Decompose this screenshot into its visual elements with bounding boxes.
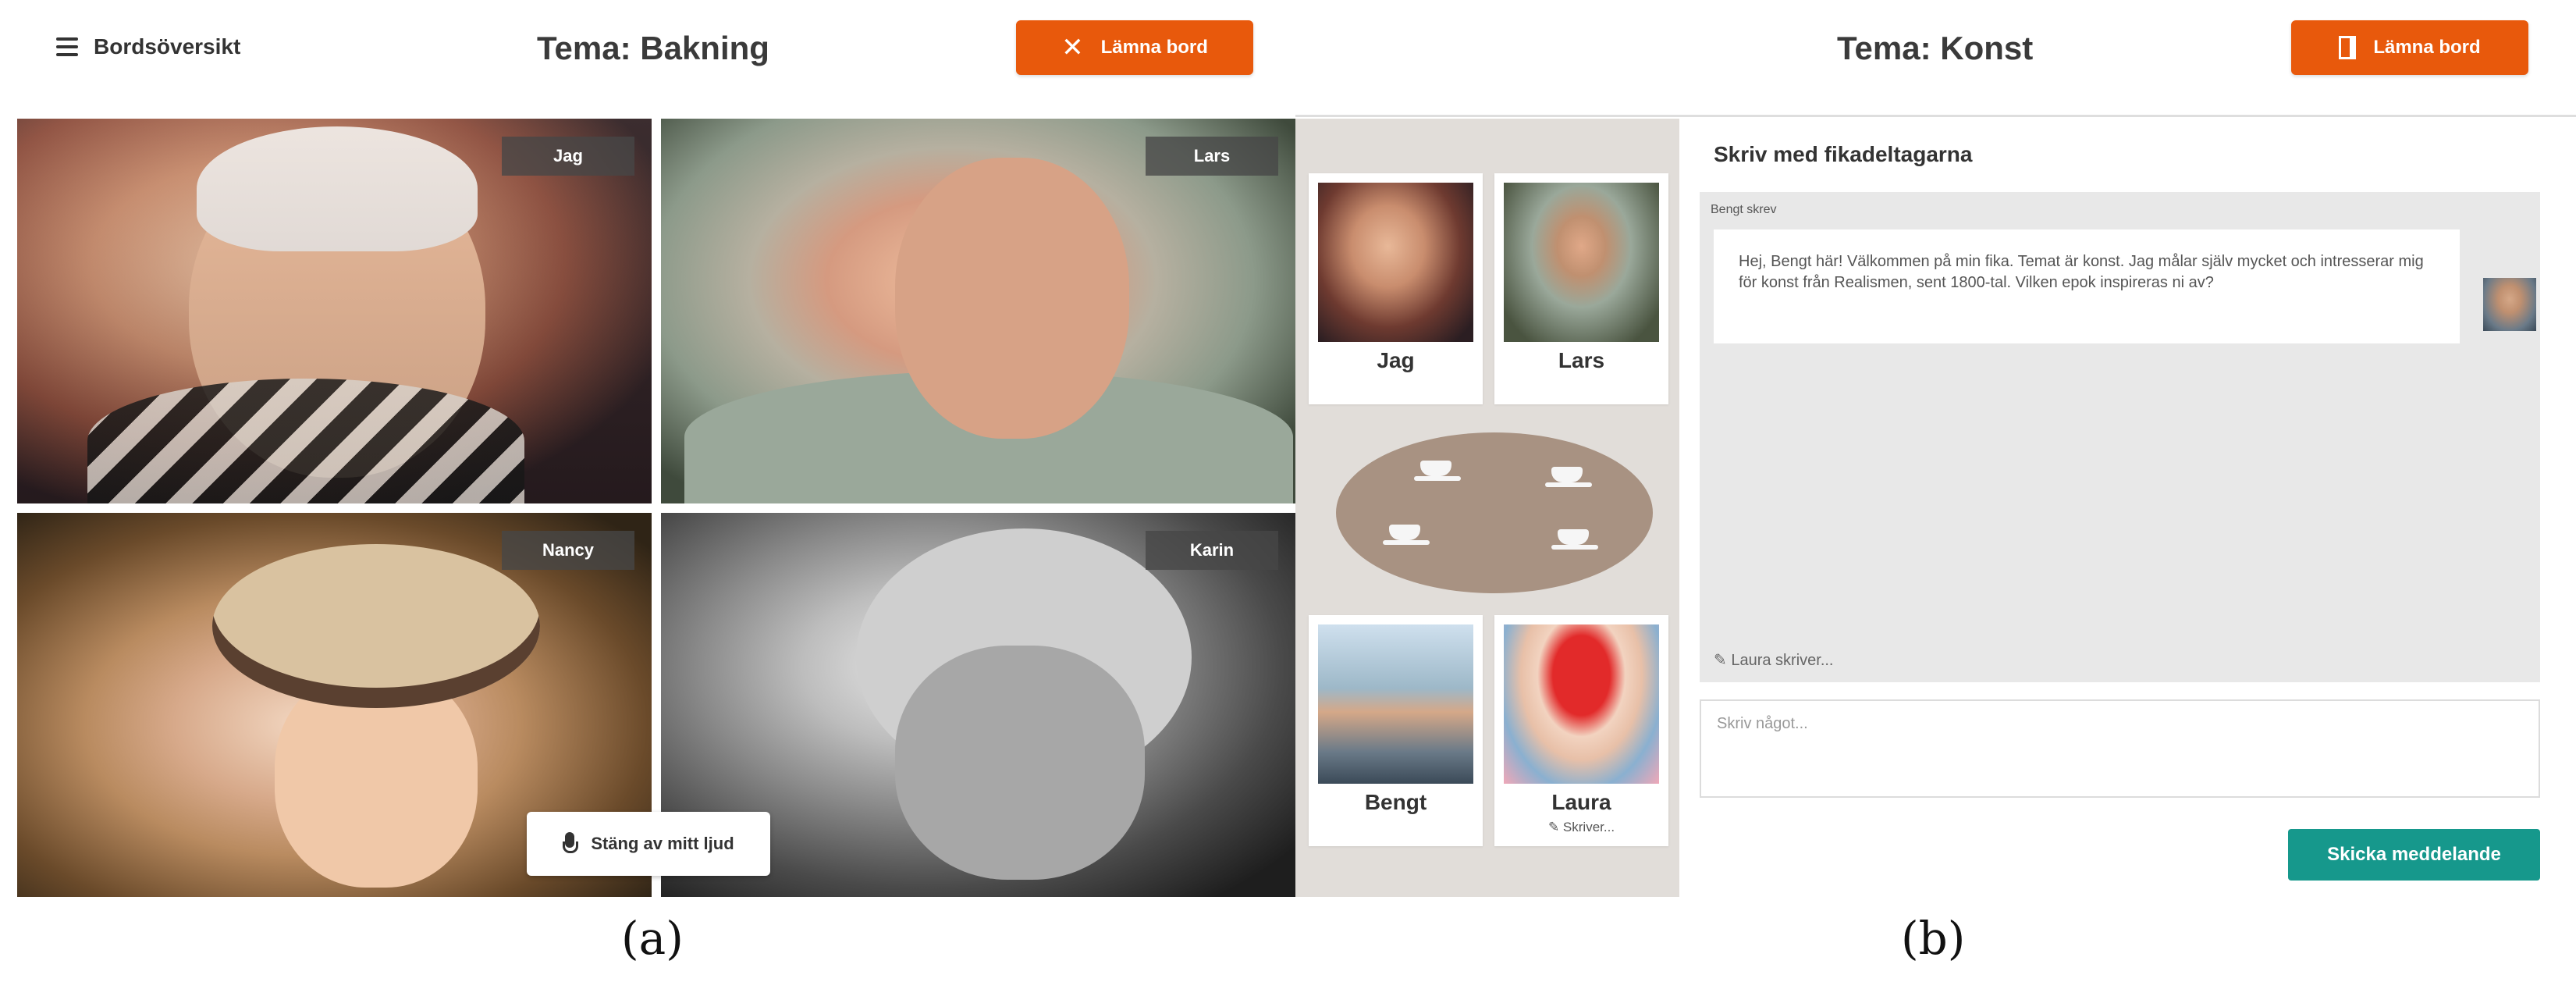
door-exit-icon <box>2339 36 2357 59</box>
typing-status: ✎ Skriver... <box>1547 820 1615 834</box>
menu-label: Bordsöversikt <box>94 34 241 59</box>
message-author: Bengt skrev <box>1711 203 1777 216</box>
chat-title: Skriv med fikadeltagarna <box>1714 142 1973 166</box>
table-overview-menu[interactable]: Bordsöversikt <box>56 34 240 59</box>
page-title: Tema: Bakning <box>537 30 769 66</box>
panel-b: Tema: Konst Lämna bord Jag Lars Bengt La… <box>1295 0 2576 906</box>
participant-name: Bengt <box>1364 790 1427 814</box>
chat-log[interactable]: Bengt skrev Hej, Bengt här! Välkommen på… <box>1700 192 2540 682</box>
name-tag-lars: Lars <box>1146 137 1278 176</box>
name-tag-nancy: Nancy <box>502 531 634 570</box>
figure-caption-a: (a) <box>621 912 684 965</box>
participant-card-laura[interactable]: Laura ✎ Skriver... <box>1494 615 1668 846</box>
participant-video-hat <box>212 544 540 708</box>
message-bubble: Hej, Bengt här! Välkommen på min fika. T… <box>1714 229 2460 343</box>
name-tag-karin: Karin <box>1146 531 1278 570</box>
participant-card-lars[interactable]: Lars <box>1494 173 1668 404</box>
coffee-table <box>1336 432 1653 593</box>
avatar <box>1318 624 1473 784</box>
fika-table-area: Jag Lars Bengt Laura ✎ Skriver... <box>1295 119 1679 897</box>
participant-video <box>895 646 1145 880</box>
leave-table-button[interactable]: Lämna bord <box>2291 20 2528 75</box>
leave-label: Lämna bord <box>1100 37 1208 58</box>
page-title: Tema: Konst <box>1837 30 2034 66</box>
coffee-cup-icon <box>1551 525 1598 551</box>
figure-caption-b: (b) <box>1901 912 1966 965</box>
video-tile-jag[interactable]: Jag <box>17 119 652 503</box>
video-tile-lars[interactable]: Lars <box>661 119 1295 503</box>
coffee-cup-icon <box>1414 456 1461 482</box>
send-message-button[interactable]: Skicka meddelande <box>2288 829 2540 881</box>
leave-label: Lämna bord <box>2373 37 2481 58</box>
header-a: Bordsöversikt Tema: Bakning ✕ Lämna bord <box>0 0 1295 109</box>
microphone-icon <box>563 832 579 856</box>
hamburger-icon <box>56 37 78 56</box>
coffee-cup-icon <box>1545 462 1592 489</box>
participant-name: Lars <box>1558 348 1605 372</box>
message-input[interactable] <box>1700 699 2540 798</box>
video-grid: Jag Lars Nancy Karin <box>17 119 1295 897</box>
avatar <box>1318 183 1473 342</box>
name-tag-jag: Jag <box>502 137 634 176</box>
mute-label: Stäng av mitt ljud <box>591 834 734 853</box>
leave-table-button[interactable]: ✕ Lämna bord <box>1016 20 1253 75</box>
participant-video <box>895 158 1129 439</box>
mute-audio-button[interactable]: Stäng av mitt ljud <box>527 812 770 876</box>
chat-panel: Skriv med fikadeltagarna Bengt skrev Hej… <box>1679 119 2576 897</box>
header-b: Tema: Konst Lämna bord <box>1295 0 2576 117</box>
avatar <box>1504 624 1659 784</box>
participant-card-jag[interactable]: Jag <box>1309 173 1483 404</box>
participant-name: Laura <box>1551 790 1611 814</box>
participant-name: Jag <box>1377 348 1415 372</box>
coffee-cup-icon <box>1383 520 1430 546</box>
typing-indicator: ✎ Laura skriver... <box>1714 652 1834 669</box>
avatar <box>2483 278 2536 331</box>
participant-card-bengt[interactable]: Bengt <box>1309 615 1483 846</box>
panel-a: Bordsöversikt Tema: Bakning ✕ Lämna bord… <box>0 0 1295 906</box>
avatar <box>1504 183 1659 342</box>
close-icon: ✕ <box>1061 33 1084 62</box>
